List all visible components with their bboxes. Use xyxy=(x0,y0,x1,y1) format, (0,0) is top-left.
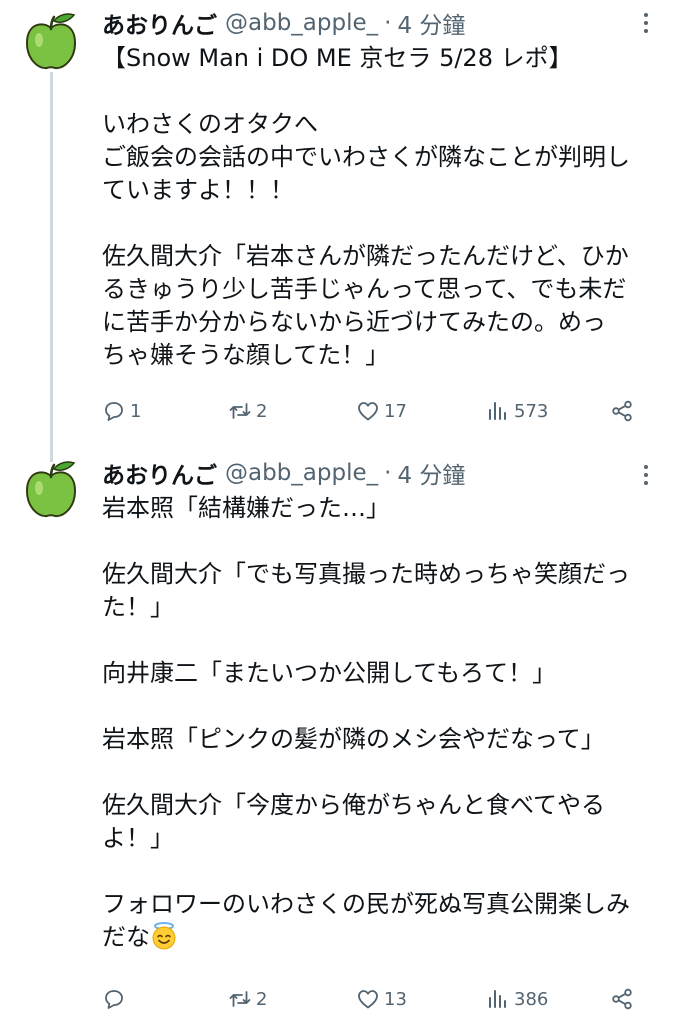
smiling-face-with-halo-emoji xyxy=(152,922,176,950)
views-count: 386 xyxy=(514,988,549,1010)
share-icon xyxy=(612,400,632,422)
tweet-header: あおりんご @abb_apple_ · 4 分鐘 xyxy=(102,6,465,40)
tweet-actions: 1 2 17 573 xyxy=(102,396,650,426)
share-icon xyxy=(612,988,632,1010)
tweet-text: 【Snow Man i DO ME 京セラ 5/28 レポ】 いわさくのオタクへ… xyxy=(102,44,630,369)
separator-dot: · xyxy=(384,460,392,486)
green-apple-icon[interactable] xyxy=(22,12,80,70)
views-chart-icon xyxy=(489,402,506,420)
timestamp[interactable]: 4 分鐘 xyxy=(397,456,465,490)
separator-dot: · xyxy=(384,10,392,36)
like-count: 17 xyxy=(384,400,407,422)
like-button[interactable]: 17 xyxy=(356,396,407,426)
heart-icon xyxy=(358,990,378,1009)
views-button[interactable]: 573 xyxy=(486,396,548,426)
heart-icon xyxy=(358,402,378,421)
display-name[interactable]: あおりんご xyxy=(102,456,217,490)
reply-icon xyxy=(105,990,123,1009)
share-button[interactable] xyxy=(610,984,634,1014)
tweet-actions: 2 13 386 xyxy=(102,984,650,1014)
more-options-icon[interactable] xyxy=(634,8,658,38)
tweet[interactable]: あおりんご @abb_apple_ · 4 分鐘 岩本照「結構嫌だった…」 佐久… xyxy=(0,450,678,1024)
display-name[interactable]: あおりんご xyxy=(102,6,217,40)
repost-button[interactable]: 2 xyxy=(228,984,267,1014)
tweet-text: 岩本照「結構嫌だった…」 佐久間大介「でも写真撮った時めっちゃ笑顔だっ た！」 … xyxy=(102,492,662,954)
user-handle[interactable]: @abb_apple_ xyxy=(225,10,378,36)
user-handle[interactable]: @abb_apple_ xyxy=(225,460,378,486)
reply-count: 1 xyxy=(130,400,142,422)
views-count: 573 xyxy=(514,400,549,422)
repost-button[interactable]: 2 xyxy=(228,396,267,426)
repost-count: 2 xyxy=(256,988,268,1010)
tweet-header: あおりんご @abb_apple_ · 4 分鐘 xyxy=(102,456,465,490)
repost-count: 2 xyxy=(256,400,268,422)
timestamp[interactable]: 4 分鐘 xyxy=(397,6,465,40)
tweet[interactable]: あおりんご @abb_apple_ · 4 分鐘 【Snow Man i DO … xyxy=(0,0,678,450)
reply-button[interactable] xyxy=(102,984,130,1014)
like-count: 13 xyxy=(384,988,407,1010)
share-button[interactable] xyxy=(610,396,634,426)
reply-button[interactable]: 1 xyxy=(102,396,141,426)
repost-icon xyxy=(229,991,251,1007)
tweet-text-content: 岩本照「結構嫌だった…」 佐久間大介「でも写真撮った時めっちゃ笑顔だっ た！」 … xyxy=(102,494,630,951)
like-button[interactable]: 13 xyxy=(356,984,407,1014)
repost-icon xyxy=(229,403,251,419)
green-apple-icon[interactable] xyxy=(22,460,80,518)
views-chart-icon xyxy=(489,990,506,1008)
more-options-icon[interactable] xyxy=(634,460,658,490)
views-button[interactable]: 386 xyxy=(486,984,548,1014)
reply-icon xyxy=(105,402,123,421)
